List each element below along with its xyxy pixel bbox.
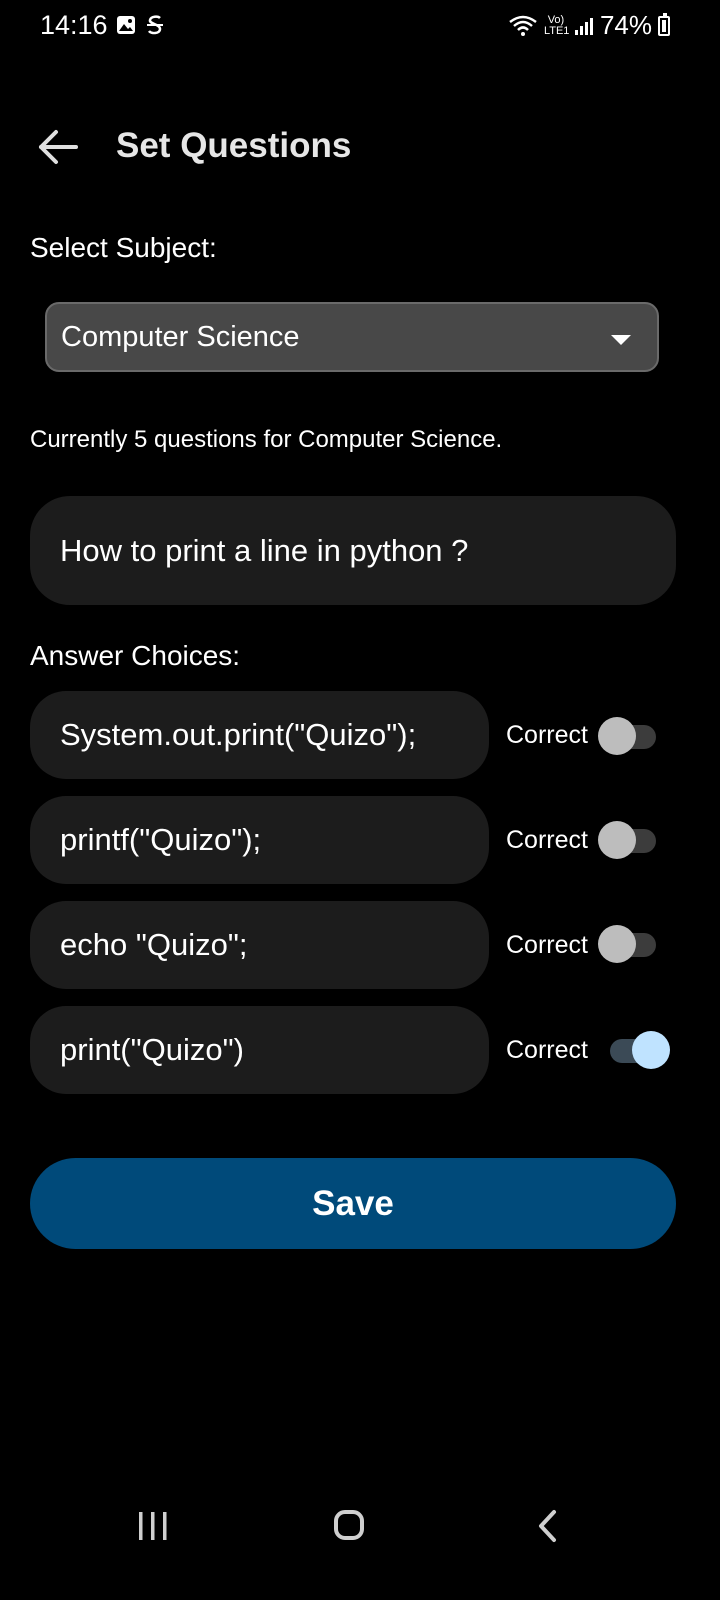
- toggle-thumb: [598, 925, 636, 963]
- gallery-icon: [117, 16, 135, 34]
- answer-choices-label: Answer Choices:: [30, 640, 241, 671]
- correct-toggle-3[interactable]: [598, 924, 670, 964]
- status-time: 14:16: [40, 10, 108, 40]
- correct-toggle-4[interactable]: [598, 1030, 670, 1070]
- recents-icon[interactable]: [136, 1510, 170, 1542]
- correct-toggle-2[interactable]: [598, 820, 670, 860]
- correct-label: Correct: [506, 931, 588, 959]
- correct-label: Correct: [506, 826, 588, 854]
- toggle-thumb: [598, 821, 636, 859]
- subject-selected-value: Computer Science: [61, 320, 300, 353]
- answer-choice-input-4[interactable]: print("Quizo"): [30, 1006, 489, 1094]
- signal-icon: [574, 17, 593, 35]
- battery-percent: 74%: [599, 10, 652, 40]
- answer-choice-text: printf("Quizo");: [60, 822, 262, 857]
- battery-icon: [658, 12, 670, 36]
- s-app-icon: [147, 15, 163, 35]
- status-right: Vo) LTE1 74%: [508, 10, 670, 41]
- question-count-text: Currently 5 questions for Computer Scien…: [30, 426, 503, 453]
- arrow-left-icon[interactable]: [34, 122, 84, 172]
- correct-label: Correct: [506, 1036, 588, 1064]
- correct-toggle-1[interactable]: [598, 716, 670, 756]
- subject-label: Select Subject:: [30, 232, 217, 263]
- answer-choice-input-3[interactable]: echo "Quizo";: [30, 901, 489, 989]
- nav-back-icon[interactable]: [536, 1509, 560, 1543]
- save-button[interactable]: Save: [30, 1158, 676, 1249]
- question-text: How to print a line in python ?: [60, 532, 469, 568]
- toggle-thumb: [598, 717, 636, 755]
- question-input[interactable]: How to print a line in python ?: [30, 496, 676, 605]
- answer-choice-input-2[interactable]: printf("Quizo");: [30, 796, 489, 884]
- correct-label: Correct: [506, 721, 588, 749]
- answer-choice-text: print("Quizo"): [60, 1032, 244, 1067]
- answer-choice-text: System.out.print("Quizo");: [60, 717, 417, 752]
- answer-choice-text: echo "Quizo";: [60, 927, 248, 962]
- toggle-thumb: [632, 1031, 670, 1069]
- dropdown-arrow-icon: [611, 335, 631, 345]
- subject-select[interactable]: Computer Science: [45, 302, 659, 372]
- status-left-icons: [116, 14, 164, 36]
- wifi-icon: [509, 15, 537, 36]
- network-label: Vo) LTE1: [543, 13, 570, 37]
- home-icon[interactable]: [334, 1510, 364, 1540]
- page-title: Set Questions: [116, 126, 352, 165]
- answer-choice-input-1[interactable]: System.out.print("Quizo");: [30, 691, 489, 779]
